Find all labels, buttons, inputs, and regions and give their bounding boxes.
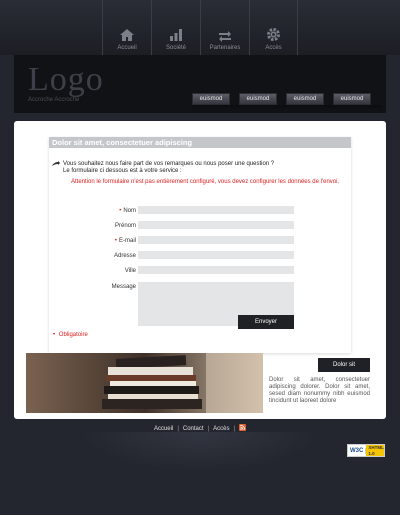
row-email: • E-mail bbox=[49, 236, 351, 246]
xhtml-label: XHTML 1.0 bbox=[366, 445, 384, 456]
dolor-sit-button[interactable]: Dolor sit bbox=[318, 358, 370, 372]
separator: | bbox=[233, 426, 236, 433]
field-label-ville: Ville bbox=[124, 268, 136, 274]
contact-form-panel: Dolor sit amet, consectetuer adipiscing … bbox=[49, 137, 351, 353]
email-field[interactable] bbox=[138, 236, 294, 244]
main-content: Dolor sit amet, consectetuer adipiscing … bbox=[14, 121, 386, 419]
footer-glow bbox=[80, 432, 320, 472]
nav-item-accueil[interactable]: Accueil bbox=[102, 0, 151, 55]
tab-euismod-4[interactable]: euismod bbox=[333, 93, 371, 105]
nav-label: Accès bbox=[265, 45, 282, 51]
banner-image bbox=[26, 353, 263, 413]
nav-item-partenaires[interactable]: Partenaires bbox=[200, 0, 249, 55]
field-label-message: Message bbox=[111, 284, 136, 290]
arrows-icon bbox=[217, 30, 233, 42]
form-title: Dolor sit amet, consectetuer adipiscing bbox=[49, 137, 351, 148]
prenom-field[interactable] bbox=[138, 221, 294, 229]
top-bar: Accueil Société Partenaires Accès bbox=[0, 0, 400, 55]
tab-euismod-2[interactable]: euismod bbox=[239, 93, 277, 105]
ville-field[interactable] bbox=[138, 266, 294, 274]
nav-item-acces[interactable]: Accès bbox=[249, 0, 298, 55]
footer-link-contact[interactable]: Contact bbox=[183, 426, 204, 432]
intro-line-1: Vous souhaitez nous faire part de vos re… bbox=[63, 161, 275, 167]
nav-label: Partenaires bbox=[209, 45, 241, 51]
logo[interactable]: Logo bbox=[28, 61, 104, 99]
field-label-adresse: Adresse bbox=[113, 253, 136, 259]
field-label-email: • E-mail bbox=[115, 238, 136, 244]
form-intro: Vous souhaitez nous faire part de vos re… bbox=[52, 161, 275, 175]
chart-icon bbox=[169, 28, 183, 42]
row-prenom: Prénom bbox=[49, 221, 351, 231]
site-header: Logo Accroche Accroche euismod euismod e… bbox=[14, 55, 386, 113]
footer-link-accueil[interactable]: Accueil bbox=[154, 426, 173, 432]
slogan: Accroche Accroche bbox=[28, 97, 80, 103]
gear-icon bbox=[266, 27, 281, 42]
arrow-icon bbox=[52, 161, 60, 170]
adresse-field[interactable] bbox=[138, 251, 294, 259]
required-marker: • bbox=[114, 238, 117, 244]
required-marker: • bbox=[119, 208, 122, 214]
label-text: Nom bbox=[123, 208, 136, 214]
w3c-logo: W3C bbox=[348, 447, 367, 454]
row-ville: Ville bbox=[49, 266, 351, 276]
config-warning: Attention le formulaire n'est pas entièr… bbox=[71, 179, 340, 185]
rss-icon[interactable] bbox=[239, 424, 247, 433]
promo-text: Dolor sit amet, consectetuer adipiscing … bbox=[269, 377, 370, 404]
separator: | bbox=[177, 426, 179, 433]
intro-line-2: Le formulaire ci dessous est à votre ser… bbox=[63, 168, 182, 174]
field-label-prenom: Prénom bbox=[114, 223, 136, 229]
separator: | bbox=[207, 426, 210, 433]
header-tabs: euismod euismod euismod euismod bbox=[192, 93, 371, 105]
tab-euismod-1[interactable]: euismod bbox=[192, 93, 230, 105]
main-nav: Accueil Société Partenaires Accès bbox=[102, 0, 298, 55]
label-text: E-mail bbox=[118, 238, 136, 244]
field-label-nom: • Nom bbox=[119, 208, 136, 214]
required-note: • Obligatoire bbox=[53, 332, 88, 338]
row-adresse: Adresse bbox=[49, 251, 351, 261]
home-icon bbox=[119, 28, 135, 42]
footer-links: Accueil | Contact | Accès | bbox=[0, 424, 400, 433]
nom-field[interactable] bbox=[138, 206, 294, 214]
footer-link-acces[interactable]: Accès bbox=[213, 426, 229, 432]
required-marker: • bbox=[53, 332, 56, 338]
required-note-text: Obligatoire bbox=[58, 332, 88, 338]
row-nom: • Nom bbox=[49, 206, 351, 216]
submit-button[interactable]: Envoyer bbox=[238, 315, 294, 329]
tab-shadow bbox=[192, 105, 382, 111]
w3c-xhtml-badge[interactable]: W3C XHTML 1.0 bbox=[347, 444, 385, 457]
nav-label: Société bbox=[165, 45, 186, 51]
nav-item-societe[interactable]: Société bbox=[151, 0, 200, 55]
tab-euismod-3[interactable]: euismod bbox=[286, 93, 324, 105]
nav-label: Accueil bbox=[117, 45, 137, 51]
